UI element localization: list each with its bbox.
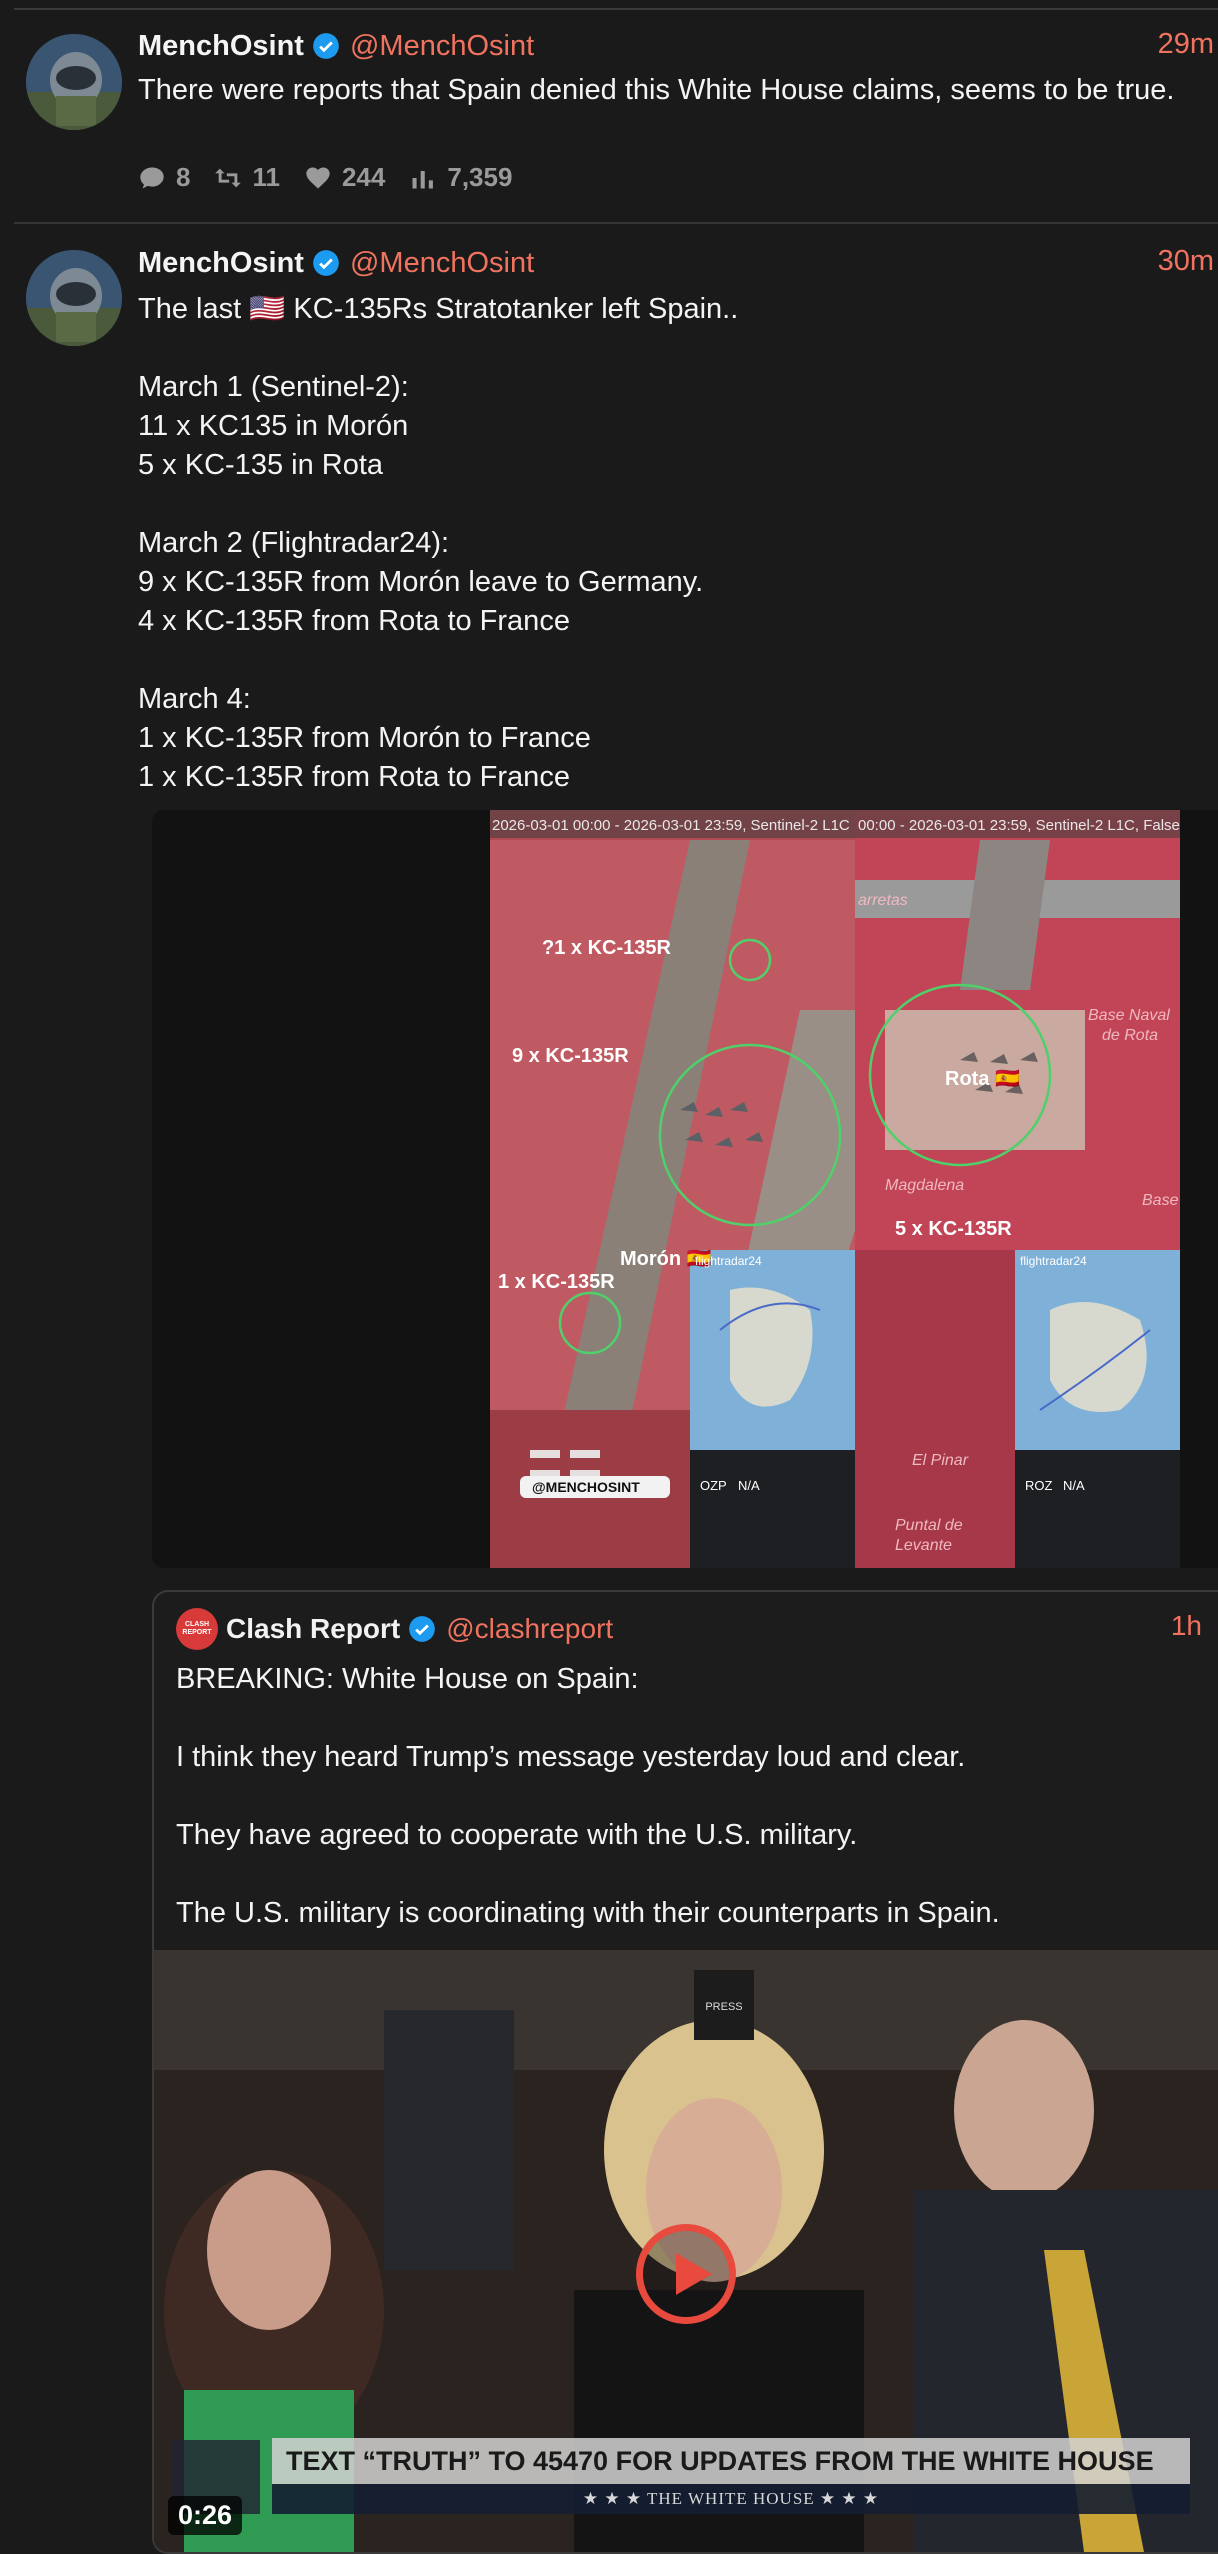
retweet-count: 11	[252, 162, 280, 192]
verified-badge-icon	[313, 250, 339, 276]
video-banner-sub: ★ ★ ★ THE WHITE HOUSE ★ ★ ★	[272, 2484, 1190, 2514]
like-count: 244	[341, 162, 386, 192]
like-button[interactable]: 244	[304, 162, 385, 193]
retweet-button[interactable]: 11	[214, 162, 280, 193]
left-panel-header: 2026-03-01 00:00 - 2026-03-01 23:59, Sen…	[492, 817, 850, 834]
fr-right-na: N/A	[1063, 1478, 1085, 1493]
fr-left-code: OZP	[700, 1478, 727, 1493]
author-name[interactable]: MenchOsint	[138, 30, 304, 63]
play-icon[interactable]	[636, 2224, 736, 2324]
label-one-kc135: 1 x KC-135R	[498, 1271, 615, 1293]
fr-right-code: ROZ	[1025, 1478, 1053, 1493]
verified-badge-icon	[313, 33, 339, 59]
quote-time[interactable]: 1h	[1171, 1610, 1202, 1642]
views-button[interactable]: 7,359	[409, 162, 512, 193]
label-de-rota: de Rota	[1102, 1027, 1158, 1044]
video-player[interactable]: PRESS TEXT “TRUTH” TO 45470 FOR UPDATES …	[154, 1950, 1218, 2552]
label-nine-kc135: 9 x KC-135R	[512, 1045, 629, 1067]
tweet-time[interactable]: 29m	[1158, 28, 1214, 61]
video-duration: 0:26	[168, 2496, 243, 2535]
label-five-kc135: 5 x KC-135R	[895, 1218, 1012, 1240]
pilot-avatar-image	[26, 34, 122, 130]
tweet-time[interactable]: 30m	[1158, 245, 1214, 278]
views-count: 7,359	[447, 162, 513, 192]
avatar[interactable]	[26, 250, 122, 346]
tweet-text: The last 🇺🇸 KC-135Rs Stratotanker left S…	[138, 293, 739, 793]
fr-logo-right: flightradar24	[1020, 1254, 1087, 1268]
label-unknown-kc135: ?1 x KC-135R	[542, 937, 671, 959]
quote-author-handle[interactable]: @clashreport	[446, 1613, 613, 1645]
quote-avatar-text: CLASH REPORT	[182, 1621, 212, 1636]
views-icon	[412, 170, 434, 188]
top-divider	[14, 0, 1218, 10]
avatar[interactable]	[26, 34, 122, 130]
fr-left-na: N/A	[738, 1478, 760, 1493]
author-handle[interactable]: @MenchOsint	[350, 30, 534, 63]
tweet-media[interactable]: 2026-03-01 00:00 - 2026-03-01 23:59, Sen…	[152, 810, 1218, 1568]
verified-badge-icon	[409, 1616, 436, 1642]
quote-text: BREAKING: White House on Spain: I think …	[176, 1663, 1000, 1929]
reply-icon	[140, 167, 164, 188]
like-icon	[306, 167, 330, 188]
author-handle[interactable]: @MenchOsint	[350, 247, 534, 280]
label-carretas: arretas	[858, 892, 908, 909]
tweet-divider	[14, 222, 1218, 224]
label-levante: Levante	[895, 1537, 952, 1554]
tweet-text: There were reports that Spain denied thi…	[138, 74, 1175, 106]
quote-avatar[interactable]: CLASH REPORT	[176, 1608, 218, 1650]
retweet-icon	[215, 168, 242, 187]
press-badge: PRESS	[705, 2001, 742, 2013]
reply-button[interactable]: 8	[138, 162, 190, 193]
label-puntal: Puntal de	[895, 1517, 963, 1534]
watermark: @MENCHOSINT	[532, 1479, 640, 1495]
pilot-avatar-image	[26, 250, 122, 346]
author-name[interactable]: MenchOsint	[138, 247, 304, 280]
label-base-n: Base N	[1142, 1192, 1180, 1209]
label-el-pinar: El Pinar	[912, 1452, 969, 1469]
reply-count: 8	[176, 162, 191, 192]
fr-logo-left: flightradar24	[695, 1254, 762, 1268]
video-banner: TEXT “TRUTH” TO 45470 FOR UPDATES FROM T…	[272, 2438, 1190, 2484]
quote-author-name[interactable]: Clash Report	[226, 1613, 400, 1645]
satellite-image: 2026-03-01 00:00 - 2026-03-01 23:59, Sen…	[490, 810, 1180, 1568]
label-base-naval: Base Naval	[1088, 1007, 1170, 1024]
label-magdalena: Magdalena	[885, 1177, 964, 1194]
quoted-tweet[interactable]: CLASH REPORT Clash Report @clashreport 1…	[152, 1590, 1218, 2554]
label-rota: Rota 🇪🇸	[945, 1068, 1020, 1090]
right-panel-header: 00:00 - 2026-03-01 23:59, Sentinel-2 L1C…	[858, 817, 1180, 834]
